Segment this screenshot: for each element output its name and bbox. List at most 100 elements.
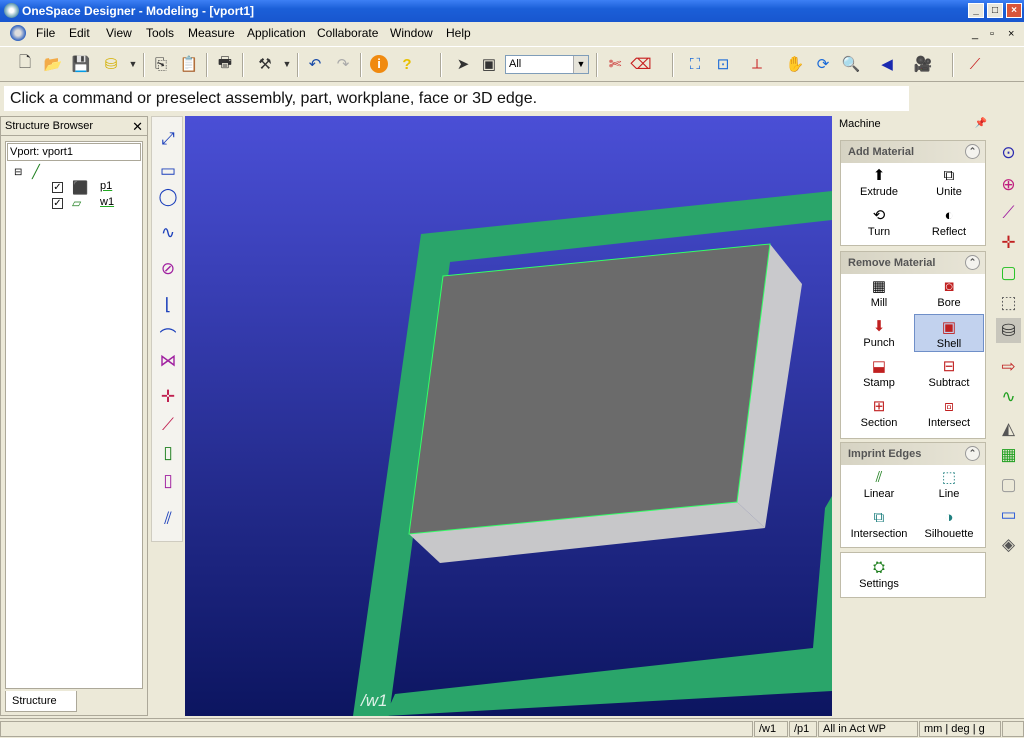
prompt-text[interactable]: Click a command or preselect assembly, p… (4, 86, 909, 111)
open-icon[interactable]: 📂 (42, 53, 64, 75)
machine-app-icon[interactable]: ⊙ (996, 140, 1021, 165)
w1-visibility-checkbox[interactable]: ✓ (52, 198, 63, 209)
mdi-restore-button[interactable]: ▫ (990, 28, 994, 40)
menu-application[interactable]: Application (247, 26, 306, 40)
linear-button[interactable]: ⫽ Linear (844, 465, 914, 503)
group-title[interactable]: Remove Material ⌃ (841, 252, 985, 274)
mdi-minimize-button[interactable]: _ (972, 28, 978, 40)
group-title[interactable]: Add Material ⌃ (841, 141, 985, 163)
doc-icon[interactable] (10, 25, 26, 41)
undo-icon[interactable]: ↶ (304, 53, 326, 75)
point-tool-icon[interactable]: ✛ (156, 385, 180, 409)
shell-button[interactable]: ▣ Shell (914, 314, 984, 352)
zoom-window-icon[interactable]: ⊡ (712, 53, 734, 75)
punch-button[interactable]: ⬇ Punch (844, 314, 914, 352)
profile-tool-icon[interactable]: ▯ (156, 441, 180, 465)
face-app-icon[interactable]: ▢ (996, 472, 1021, 497)
transform-app-icon[interactable]: ⇨ (996, 354, 1021, 379)
status-units[interactable]: mm | deg | g (919, 721, 1001, 737)
stamp-button[interactable]: ⬓ Stamp (844, 354, 914, 392)
tree-item-p1[interactable]: p1 (100, 180, 112, 192)
load-dropdown-icon[interactable]: ▼ (122, 53, 144, 75)
redo-icon[interactable]: ↷ (332, 53, 354, 75)
reflect-button[interactable]: ◐ Reflect (914, 203, 984, 241)
offset-tool-icon[interactable]: ⌊ (156, 293, 180, 317)
eraser-icon[interactable]: ⌫ (630, 53, 652, 75)
rectangle-tool-icon[interactable]: ▭ (156, 159, 180, 183)
tree-item-w1[interactable]: w1 (100, 196, 114, 208)
p1-visibility-checkbox[interactable]: ✓ (52, 182, 63, 193)
maximize-button[interactable]: □ (987, 3, 1003, 18)
machine-active-icon[interactable]: ⛁ (996, 318, 1021, 343)
frame-app-icon[interactable]: ▢ (996, 260, 1021, 285)
tools-icon[interactable]: ⚒ (254, 53, 276, 75)
circle-tool-icon[interactable]: ◯ (156, 185, 180, 209)
app-icon[interactable] (4, 3, 19, 18)
menu-help[interactable]: Help (446, 26, 471, 40)
select-cursor-icon[interactable]: ➤ (452, 53, 474, 75)
status-workplane[interactable]: /w1 (754, 721, 788, 737)
measure-icon[interactable]: ⟋ (964, 53, 986, 75)
intersect-button[interactable]: ⧈ Intersect (914, 394, 984, 432)
construction-line-icon[interactable]: ⟋ (156, 413, 180, 437)
close-icon[interactable]: ✕ (132, 119, 143, 135)
3d-viewport[interactable]: /w1 (185, 116, 832, 716)
spline-tool-icon[interactable]: ∿ (156, 221, 180, 245)
tab-structure[interactable]: Structure (5, 691, 77, 712)
collapse-icon[interactable]: ⌃ (965, 144, 980, 159)
line-tool-icon[interactable]: ⤢ (156, 127, 180, 151)
section-button[interactable]: ⊞ Section (844, 394, 914, 432)
intersection-button[interactable]: ⧉ Intersection (844, 505, 914, 543)
annotation-app-icon[interactable]: ▭ (996, 502, 1021, 527)
menu-tools[interactable]: Tools (146, 26, 174, 40)
camera-icon[interactable]: 🎥 (912, 53, 934, 75)
minimize-button[interactable]: _ (968, 3, 984, 18)
menu-measure[interactable]: Measure (188, 26, 235, 40)
previous-view-icon[interactable]: ◀ (876, 53, 898, 75)
arc-tool-icon[interactable]: ⌒ (156, 323, 180, 347)
sheet-app-icon[interactable]: ◈ (996, 532, 1021, 557)
status-mode[interactable]: All in Act WP (818, 721, 918, 737)
blend-app-icon[interactable]: ◭ (996, 416, 1021, 441)
save-icon[interactable]: 💾 (70, 53, 92, 75)
extrude-button[interactable]: ⬆ Extrude (844, 163, 914, 201)
menu-file[interactable]: File (36, 26, 55, 40)
rotate-icon[interactable]: ⟳ (812, 53, 834, 75)
help-icon[interactable]: ? (396, 53, 418, 75)
projection-tool-icon[interactable]: ▯ (156, 469, 180, 493)
sketch-app-icon[interactable]: ⟋ (996, 200, 1021, 225)
select-filter-icon[interactable]: ▣ (478, 53, 500, 75)
menu-window[interactable]: Window (390, 26, 433, 40)
pin-icon[interactable]: 📌 (975, 118, 987, 129)
status-part[interactable]: /p1 (789, 721, 817, 737)
close-button[interactable]: × (1006, 3, 1022, 18)
chevron-down-icon[interactable]: ▼ (573, 56, 588, 73)
zoom-icon[interactable]: 🔍 (840, 53, 862, 75)
pan-icon[interactable]: ✋ (784, 53, 806, 75)
line-button[interactable]: ⬚ Line (914, 465, 984, 503)
collapse-icon[interactable]: ⌃ (965, 255, 980, 270)
part-app-icon[interactable]: ⬚ (996, 290, 1021, 315)
info-icon[interactable]: i (368, 53, 390, 75)
fillet-tool-icon[interactable]: ⊘ (156, 257, 180, 281)
menu-collaborate[interactable]: Collaborate (317, 26, 378, 40)
tree-collapse-icon[interactable]: ⊟ (14, 167, 22, 178)
tools-dropdown-icon[interactable]: ▼ (276, 53, 298, 75)
axis-view-icon[interactable]: ⟂ (746, 53, 768, 75)
load-icon[interactable]: ⛁ (100, 53, 122, 75)
snap-icon[interactable]: ✄ (604, 53, 626, 75)
mdi-close-button[interactable]: × (1008, 28, 1014, 40)
tangent-tool-icon[interactable]: ⋈ (156, 349, 180, 373)
turn-button[interactable]: ⟲ Turn (844, 203, 914, 241)
new-icon[interactable]: 🗋 (14, 53, 36, 75)
menu-edit[interactable]: Edit (69, 26, 90, 40)
settings-button[interactable]: ⛭ Settings (844, 555, 914, 593)
freeform-app-icon[interactable]: ∿ (996, 384, 1021, 409)
axis-app-icon[interactable]: ✛ (996, 230, 1021, 255)
silhouette-button[interactable]: ◑ Silhouette (914, 505, 984, 543)
print-icon[interactable]: 🖶 (214, 53, 236, 75)
copy-icon[interactable]: ⎘ (150, 53, 172, 75)
subtract-button[interactable]: ⊟ Subtract (914, 354, 984, 392)
collapse-icon[interactable]: ⌃ (965, 446, 980, 461)
paste-icon[interactable]: 📋 (178, 53, 200, 75)
